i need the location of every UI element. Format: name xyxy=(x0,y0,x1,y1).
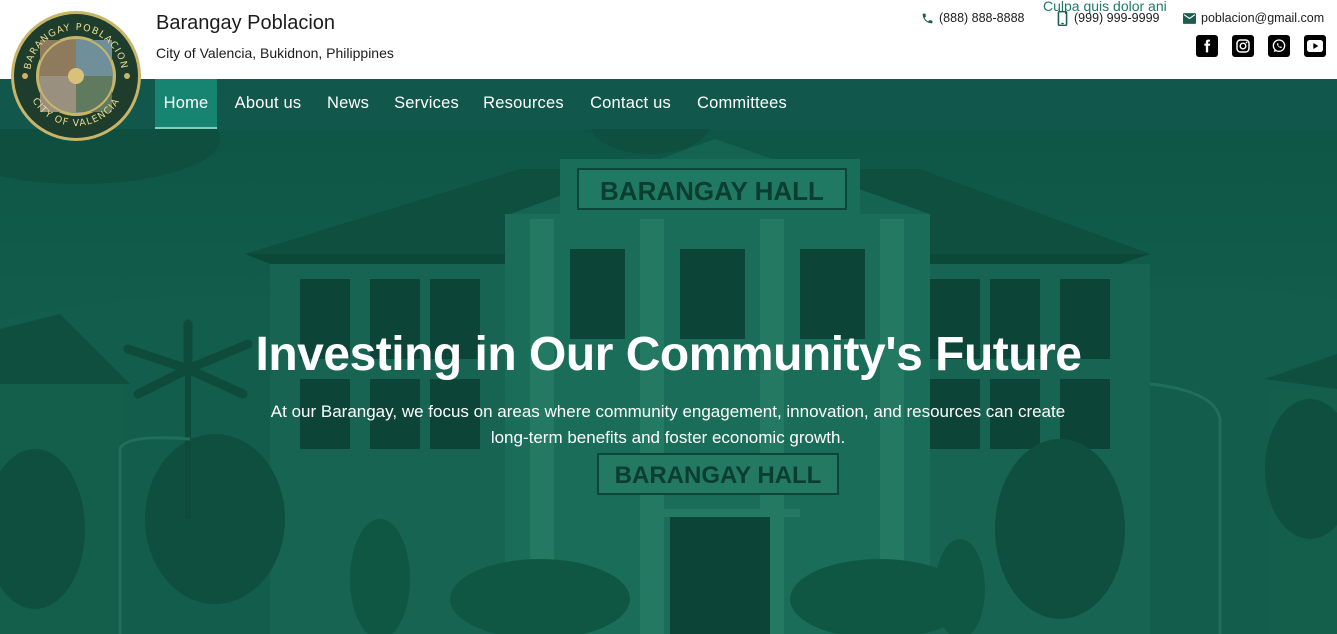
hero-banner: BARANGAY HALL BARANGAY HALL Investing in… xyxy=(0,129,1337,634)
hero-title: Investing in Our Community's Future xyxy=(255,328,1082,381)
mobile-phone-icon xyxy=(1055,10,1069,26)
nav-services[interactable]: Services xyxy=(389,79,464,129)
phone-number: (888) 888-8888 xyxy=(939,11,1025,25)
contact-email[interactable]: poblacion@gmail.com xyxy=(1182,11,1324,25)
whatsapp-icon[interactable] xyxy=(1268,35,1290,57)
email-address: poblacion@gmail.com xyxy=(1201,11,1325,25)
youtube-icon[interactable] xyxy=(1304,35,1326,57)
site-title[interactable]: Barangay Poblacion xyxy=(156,12,335,35)
nav-contact-us[interactable]: Contact us xyxy=(584,79,677,129)
contact-phone[interactable]: (888) 888-8888 xyxy=(920,11,1024,25)
main-navigation: Home About us News Services Resources Co… xyxy=(0,79,1337,129)
nav-about-us[interactable]: About us xyxy=(230,79,306,129)
contact-mobile[interactable]: (999) 999-9999 xyxy=(1055,10,1160,26)
barangay-seal-logo[interactable]: BARANGAY POBLACION CITY OF VALENCIA xyxy=(10,10,142,142)
hero-description: At our Barangay, we focus on areas where… xyxy=(270,402,1066,447)
envelope-icon xyxy=(1182,11,1196,25)
top-header: Barangay Poblacion City of Valencia, Buk… xyxy=(0,0,1337,79)
nav-resources[interactable]: Resources xyxy=(480,79,567,129)
instagram-icon[interactable] xyxy=(1232,35,1254,57)
nav-news[interactable]: News xyxy=(323,79,373,129)
phone-icon xyxy=(920,11,934,25)
site-subtitle: City of Valencia, Bukidnon, Philippines xyxy=(156,45,394,61)
facebook-icon[interactable] xyxy=(1196,35,1218,57)
nav-home[interactable]: Home xyxy=(155,79,217,129)
mobile-number: (999) 999-9999 xyxy=(1074,11,1160,25)
nav-committees[interactable]: Committees xyxy=(690,79,794,129)
